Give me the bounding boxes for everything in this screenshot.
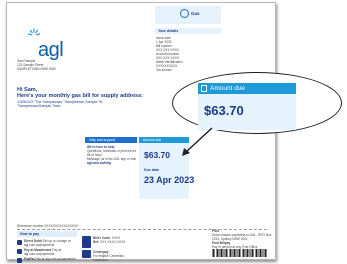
callout-arrow [182, 127, 213, 156]
